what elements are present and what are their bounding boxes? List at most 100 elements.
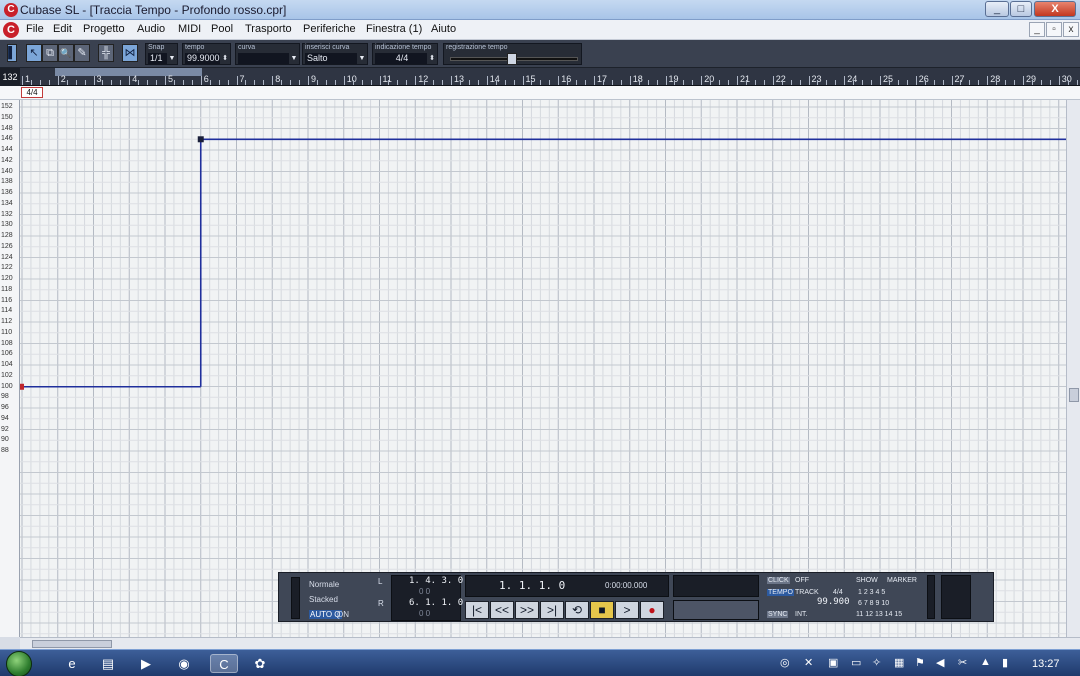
time-position[interactable]: 0:00:00.000 <box>605 581 647 590</box>
horizontal-scroll-thumb[interactable] <box>32 640 112 648</box>
volume-icon[interactable]: ◀ <box>936 656 944 669</box>
tempo-button[interactable]: TEMPO <box>767 589 794 596</box>
marker-row-3[interactable]: 11 12 13 14 15 <box>856 611 902 618</box>
close-button[interactable]: X <box>1034 1 1076 17</box>
record-mode-normal[interactable]: Normale <box>309 580 339 589</box>
marker-display <box>673 575 759 597</box>
menu-aiuto[interactable]: Aiuto <box>431 23 456 35</box>
folder-icon[interactable]: ▤ <box>98 654 118 673</box>
rewind-button[interactable]: << <box>490 601 514 619</box>
tempo-field[interactable]: tempo 99.9000 ⬍ <box>182 43 231 65</box>
click-button[interactable]: CLICK <box>767 577 790 584</box>
bluetooth-icon[interactable]: ✧ <box>872 656 881 669</box>
bar-ruler[interactable]: 132 1 2 3 4 5 6 7 8 9 10 11 12 13 14 15 16 17 18 19 20 21 22 2… <box>0 68 1080 86</box>
signature-lane[interactable]: 4/4 <box>0 86 1080 100</box>
flag-icon[interactable]: ⚑ <box>915 656 925 669</box>
cycle-button[interactable]: ⟲ <box>565 601 589 619</box>
tempo-point-handle[interactable] <box>197 136 204 143</box>
ruler-subtick <box>281 80 283 85</box>
right-locator[interactable]: 6. 1. 1. 0 <box>409 598 463 608</box>
media-player-icon[interactable]: ▶ <box>136 654 156 673</box>
clock[interactable]: 13:27 <box>1032 658 1060 670</box>
insert-curve-field[interactable]: inserisci curva Salto ▼ <box>302 43 368 65</box>
play-button[interactable]: > <box>615 601 639 619</box>
marker-row-1[interactable]: 1 2 3 4 5 <box>858 589 885 596</box>
menu-finestra[interactable]: Finestra (1) <box>366 23 422 35</box>
tempo-record-slider[interactable] <box>507 53 517 65</box>
marker-row-2[interactable]: 6 7 8 9 10 <box>858 600 889 607</box>
ruler-tick <box>665 76 667 85</box>
antivirus-icon[interactable]: ▣ <box>828 656 838 669</box>
horizontal-scrollbar[interactable] <box>20 637 1080 649</box>
ruler-subtick <box>263 80 265 85</box>
left-locator-label: L <box>378 577 383 586</box>
tempo-point-start[interactable] <box>20 383 24 390</box>
ruler-tick <box>415 76 417 85</box>
go-to-end-button[interactable]: >| <box>540 601 564 619</box>
tempo-editor[interactable] <box>20 100 1066 637</box>
record-button[interactable]: ● <box>640 601 664 619</box>
ruler-subtick <box>102 80 104 85</box>
tempo-scale-label: 104 <box>1 361 13 368</box>
paint-icon[interactable]: ✿ <box>250 654 270 673</box>
menu-progetto[interactable]: Progetto <box>83 23 125 35</box>
cubase-taskbar-icon[interactable]: C <box>210 654 238 673</box>
ruler-tick <box>629 76 631 85</box>
menu-pool[interactable]: Pool <box>211 23 233 35</box>
internet-explorer-icon[interactable]: e <box>62 654 82 673</box>
firefox-icon[interactable]: ◉ <box>174 654 194 673</box>
menu-trasporto[interactable]: Trasporto <box>245 23 292 35</box>
ruler-subtick <box>504 80 506 85</box>
menu-edit[interactable]: Edit <box>53 23 72 35</box>
go-to-start-button[interactable]: |< <box>465 601 489 619</box>
range-tool-icon[interactable]: ⧉ <box>42 44 58 62</box>
menu-audio[interactable]: Audio <box>137 23 165 35</box>
doc-restore-button[interactable]: ▫ <box>1046 22 1062 37</box>
ruler-subtick <box>325 80 327 85</box>
loop-range[interactable] <box>55 68 202 76</box>
ruler-subtick <box>468 80 470 85</box>
ruler-subtick <box>111 80 113 85</box>
tempo-curve-canvas[interactable] <box>20 100 1066 637</box>
ruler-subtick <box>611 80 613 85</box>
cycle-mode-stacked[interactable]: Stacked <box>309 595 338 604</box>
arrow-tool-icon[interactable]: ↖ <box>26 44 42 62</box>
firewall-icon[interactable]: ✕ <box>804 656 813 669</box>
vertical-scroll-thumb[interactable] <box>1069 388 1079 402</box>
signature-marker[interactable]: 4/4 <box>21 87 43 98</box>
update-icon[interactable]: ▦ <box>894 656 904 669</box>
signature-field[interactable]: indicazione tempo 4/4 ⬍ <box>372 43 438 65</box>
doc-close-button[interactable]: x <box>1063 22 1079 37</box>
bar-position[interactable]: 1. 1. 1. 0 <box>499 579 565 592</box>
device-icon[interactable]: ▲ <box>980 656 991 668</box>
start-button[interactable] <box>6 651 32 676</box>
signature-label: indicazione tempo <box>375 44 432 51</box>
minimize-button[interactable]: _ <box>985 1 1009 17</box>
doc-minimize-button[interactable]: _ <box>1029 22 1045 37</box>
menu-file[interactable]: File <box>26 23 44 35</box>
vertical-scrollbar[interactable] <box>1066 100 1080 637</box>
zoom-tool-icon[interactable]: 🔍 <box>58 44 74 62</box>
curve-field[interactable]: curva ▼ <box>235 43 300 65</box>
snap-toggle-icon[interactable]: ⋈ <box>122 44 138 62</box>
autoscroll-icon[interactable]: ╬ <box>98 44 114 62</box>
menu-periferiche[interactable]: Periferiche <box>303 23 356 35</box>
activate-tempo-track-button[interactable]: ▌ <box>7 44 17 62</box>
snap-field[interactable]: Snap 1/1 ▼ <box>145 43 178 65</box>
show-marker-label[interactable]: SHOW <box>856 577 878 584</box>
monitor-icon[interactable]: ▭ <box>851 656 861 669</box>
ruler-tick <box>594 76 595 85</box>
ruler-subtick <box>84 80 86 85</box>
sync-button[interactable]: SYNC <box>767 611 789 618</box>
marker-nav-buttons[interactable] <box>673 600 759 620</box>
menu-midi[interactable]: MIDI <box>178 23 201 35</box>
stop-button[interactable]: ■ <box>590 601 614 619</box>
signal-icon[interactable]: ▮ <box>1002 656 1008 669</box>
fast-forward-button[interactable]: >> <box>515 601 539 619</box>
left-locator[interactable]: 1. 4. 3. 0 <box>409 576 463 586</box>
maximize-button[interactable]: □ <box>1010 1 1032 17</box>
cubase-menu-icon[interactable]: C <box>3 22 19 38</box>
safely-remove-icon[interactable]: ✂ <box>958 656 967 669</box>
pencil-tool-icon[interactable]: ✎ <box>74 44 90 62</box>
network-icon[interactable]: ◎ <box>780 656 790 669</box>
